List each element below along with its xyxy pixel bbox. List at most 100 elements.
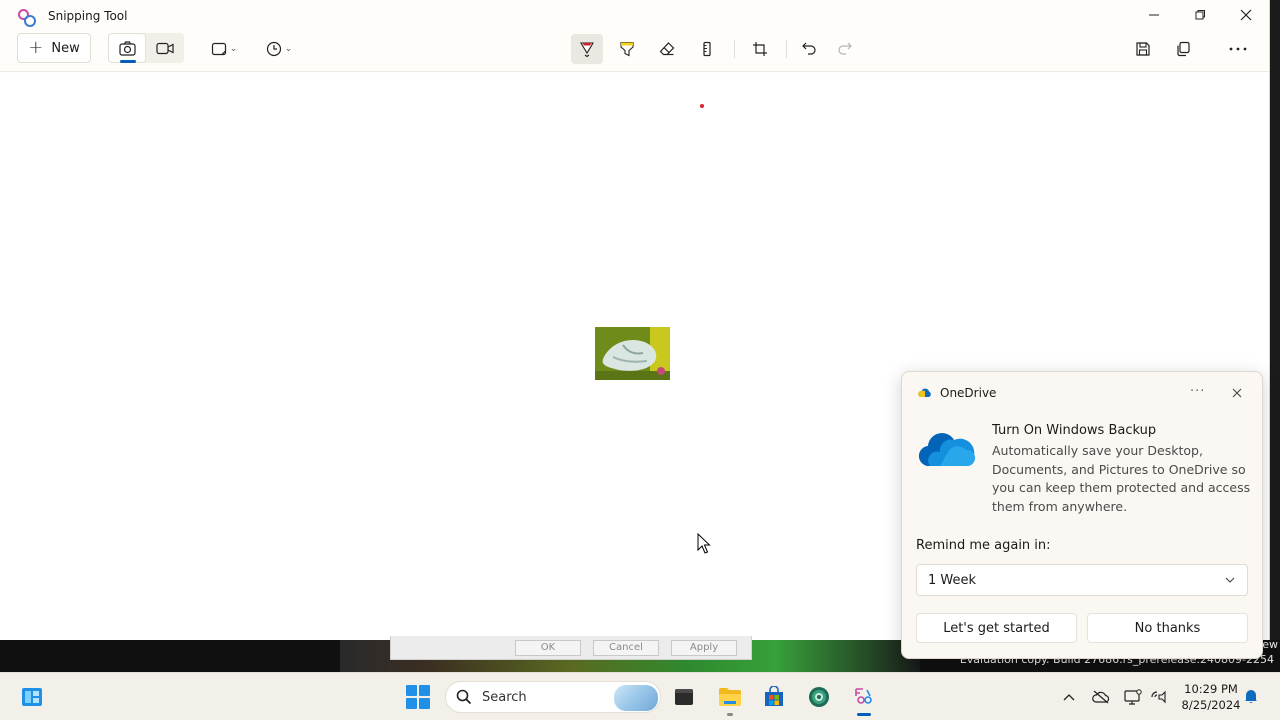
undo-icon [802,42,816,55]
undo-button[interactable] [799,37,819,61]
new-snip-button[interactable]: + New [17,33,91,63]
new-button-label: New [51,40,80,56]
close-window-button[interactable] [1223,0,1269,30]
plus-icon: + [28,37,44,58]
microsoft-store-icon [765,686,783,706]
delay-clock-icon [266,41,281,57]
minimize-button[interactable] [1131,0,1177,30]
no-thanks-button[interactable]: No thanks [1087,613,1248,643]
chevron-down-icon: ⌄ [229,44,238,54]
camera-icon [118,40,136,56]
widgets-icon[interactable] [20,685,44,709]
crop-icon [753,42,767,56]
notification-app-name: OneDrive [940,386,997,400]
taskbar: Search 10:29 PM 8/25/2024 [0,672,1280,720]
taskbar-edge-dev[interactable] [803,681,835,713]
notification-more-button[interactable]: ··· [1190,384,1205,399]
more-options-button[interactable] [1226,37,1250,61]
ballpoint-pen-icon [580,42,594,58]
taskbar-file-explorer[interactable] [714,681,746,716]
show-hidden-icons-button[interactable] [1059,687,1079,707]
pen-mark [700,104,704,108]
notification-close-button[interactable] [1228,384,1246,402]
ruler-button[interactable] [697,37,717,61]
running-indicator [727,713,733,716]
dialog-apply-button[interactable]: Apply [671,639,737,656]
maximize-icon [1195,10,1205,20]
start-button[interactable] [402,681,434,713]
ballpoint-pen-button[interactable] [571,34,603,64]
onedrive-notification: OneDrive ··· Turn On Windows Backup Auto… [901,371,1263,659]
taskbar-search[interactable]: Search [445,681,661,713]
display-tray-button[interactable] [1123,687,1143,707]
terminal-icon [675,689,693,705]
taskbar-clock[interactable]: 10:29 PM 8/25/2024 [1180,681,1242,713]
title-bar[interactable]: Snipping Tool [0,0,1269,32]
remind-interval-select[interactable]: 1 Week [916,564,1248,596]
save-button[interactable] [1133,37,1153,61]
clock-time: 10:29 PM [1184,682,1238,696]
eraser-icon [659,42,675,56]
display-icon [1124,689,1142,705]
delay-dropdown[interactable]: ⌄ [262,37,296,61]
chevron-down-icon [1225,577,1235,583]
more-icon [1229,47,1247,51]
edge-dev-icon [809,687,829,707]
close-icon [1232,388,1242,398]
redo-button[interactable] [835,37,855,61]
captured-snip-image [595,327,670,380]
onedrive-tray-button[interactable] [1091,687,1111,707]
eraser-button[interactable] [657,37,677,61]
remind-selected-value: 1 Week [928,572,977,588]
notification-bell-icon[interactable] [1244,688,1258,704]
start-icon [406,685,430,709]
snipping-tool-app-icon [16,7,36,27]
dialog-cancel-button[interactable]: Cancel [593,639,659,656]
chevron-up-icon [1063,694,1075,701]
active-app-indicator [857,713,871,716]
dialog-ok-button[interactable]: OK [515,639,581,656]
network-volume-icon [1151,690,1166,704]
toolbar: + New ⌄ ⌄ [0,32,1269,72]
rectangle-mode-icon [211,42,226,56]
maximize-button[interactable] [1177,0,1223,30]
video-mode-button[interactable] [146,33,184,63]
taskbar-snipping-tool[interactable] [848,681,880,716]
highlighter-button[interactable] [617,37,637,61]
mouse-cursor-icon [697,533,711,554]
snipping-tool-icon [855,688,872,704]
crop-button[interactable] [750,37,770,61]
window-title: Snipping Tool [48,9,128,23]
notification-body: Automatically save your Desktop, Documen… [992,443,1251,514]
notification-header: OneDrive [918,386,996,400]
search-icon [456,689,472,705]
screenshot-mode-button[interactable] [108,33,146,63]
file-explorer-icon [719,688,741,706]
taskbar-terminal[interactable] [668,681,700,713]
network-volume-tray-button[interactable] [1148,687,1168,707]
snip-shape-dropdown[interactable]: ⌄ [207,37,241,61]
redo-icon [838,42,852,55]
toolbar-separator [734,40,735,58]
watermark-fragment: ew [1262,638,1278,651]
window-controls [1131,0,1269,30]
minimize-icon [1149,14,1159,16]
remind-label: Remind me again in: [916,538,1051,553]
search-highlight-art [614,685,658,711]
taskbar-microsoft-store[interactable] [758,681,790,713]
save-icon [1136,42,1150,56]
lets-get-started-button[interactable]: Let's get started [916,613,1077,643]
ruler-icon [703,41,711,57]
search-placeholder: Search [482,689,527,705]
onedrive-small-icon [918,388,931,397]
onedrive-offline-icon [1092,690,1110,704]
capture-mode-toggle [108,33,184,63]
close-icon [1240,9,1252,21]
onedrive-cloud-icon [918,433,976,467]
toolbar-separator [786,40,787,58]
notification-title: Turn On Windows Backup [992,423,1157,438]
background-dialog: OK Cancel Apply [390,636,752,660]
copy-button[interactable] [1173,37,1193,61]
video-icon [156,42,174,54]
copy-icon [1177,41,1190,57]
